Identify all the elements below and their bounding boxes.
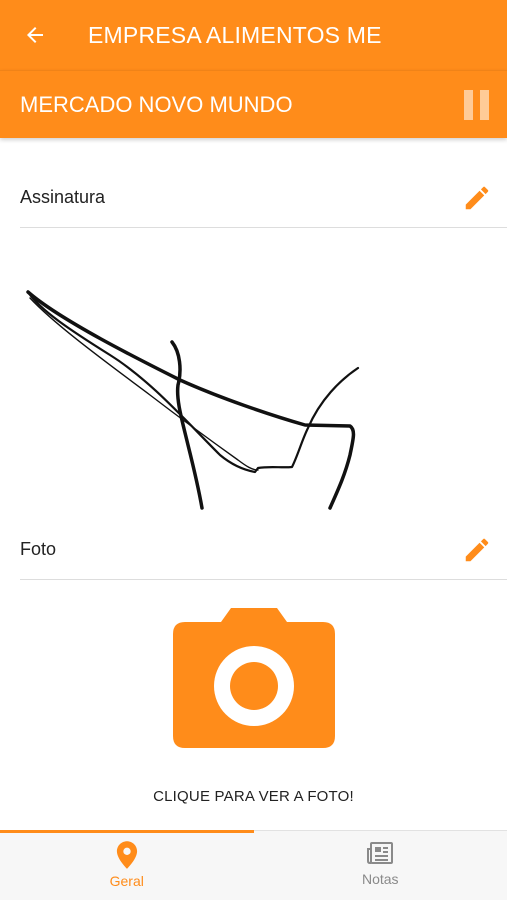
pencil-icon [465,186,489,209]
pause-icon [464,89,473,120]
client-name: MERCADO NOVO MUNDO [20,91,293,117]
signature-image [26,290,360,510]
app-bar: EMPRESA ALIMENTOS ME [0,0,507,70]
app-title: EMPRESA ALIMENTOS ME [88,21,382,48]
nav-label-notas: Notas [361,871,399,887]
nav-item-geral[interactable]: Geral [0,830,254,900]
pause-button[interactable] [464,89,492,120]
signature-section-header: Assinatura [20,168,507,228]
location-pin-icon [116,841,137,869]
signature-label: Assinatura [20,187,106,207]
client-bar: MERCADO NOVO MUNDO [0,70,507,138]
arrow-back-icon [27,27,43,43]
bottom-navigation: Geral Notas [0,830,507,900]
photo-label: Foto [20,539,57,559]
camera-icon[interactable] [173,608,335,748]
nav-label-geral: Geral [109,873,144,889]
view-photo-caption[interactable]: CLIQUE PARA VER A FOTO! [0,788,507,805]
newspaper-icon [367,842,394,864]
nav-item-notas[interactable]: Notas [254,831,507,900]
edit-photo-button[interactable] [455,528,499,572]
back-button[interactable] [0,0,70,70]
edit-signature-button[interactable] [455,176,499,220]
pencil-icon [465,538,489,561]
pause-icon-bar [480,89,489,120]
photo-section-header: Foto [20,520,507,580]
